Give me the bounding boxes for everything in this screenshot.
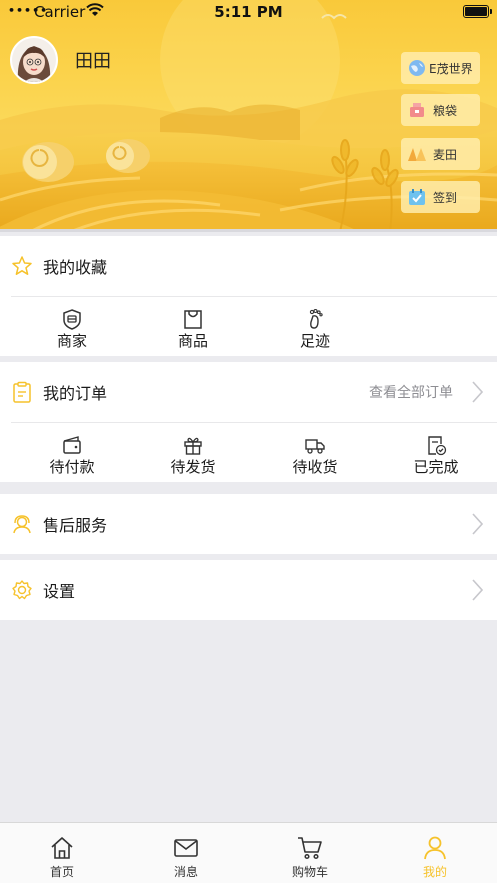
customer-service-icon	[13, 515, 31, 534]
star-icon	[12, 256, 32, 275]
wallet-icon	[63, 436, 81, 454]
quick-action-label: 麦田	[433, 147, 458, 162]
favorites-header[interactable]: 我的收藏	[0, 236, 497, 296]
tab-messages[interactable]: 消息	[146, 835, 226, 880]
quick-action-label: E茂世界	[429, 61, 473, 76]
calendar-check-icon	[407, 187, 427, 207]
favorites-item-footprints[interactable]: 足迹	[275, 308, 355, 351]
item-label: 待发货	[170, 458, 216, 476]
home-icon	[51, 837, 73, 859]
status-time: 5:11 PM	[214, 3, 283, 21]
favorites-card: 我的收藏 商家 商品 足迹	[0, 236, 497, 356]
chevron-right-icon	[472, 579, 483, 601]
tab-label: 首页	[49, 865, 74, 879]
clipboard-icon	[13, 381, 31, 403]
after-sales-header: 售后服务	[0, 494, 497, 554]
cart-icon	[298, 837, 322, 860]
avatar-portrait-icon	[12, 38, 56, 82]
quick-action-label: 签到	[433, 190, 458, 205]
battery-icon	[463, 5, 492, 18]
orders-title: 我的订单	[43, 384, 108, 403]
divider	[11, 296, 497, 297]
truck-icon	[305, 439, 325, 454]
after-sales-row[interactable]: 售后服务	[0, 494, 497, 554]
field-icon	[407, 144, 427, 164]
view-all-orders-link[interactable]: 查看全部订单	[369, 382, 453, 402]
orders-header[interactable]: 我的订单 查看全部订单	[0, 362, 497, 422]
after-sales-title: 售后服务	[43, 516, 108, 535]
tab-me[interactable]: 我的	[395, 835, 475, 880]
gear-icon	[12, 580, 32, 600]
item-label: 待收货	[292, 458, 338, 476]
profile-name[interactable]: 田田	[75, 47, 111, 73]
favorites-title: 我的收藏	[43, 258, 108, 277]
globe-icon	[407, 58, 427, 78]
favorites-item-shops[interactable]: 商家	[32, 308, 112, 351]
bag-icon	[407, 100, 427, 120]
chevron-right-icon	[472, 381, 483, 403]
tab-label: 我的	[422, 865, 447, 879]
settings-row[interactable]: 设置	[0, 560, 497, 620]
item-label: 商品	[177, 332, 208, 350]
orders-item-completed[interactable]: 已完成	[396, 434, 476, 477]
chevron-right-icon	[472, 513, 483, 535]
bottom-tab-bar: 首页 消息 购物车 我的	[0, 822, 497, 883]
orders-item-pending-payment[interactable]: 待付款	[32, 434, 112, 477]
favorites-item-products[interactable]: 商品	[153, 308, 233, 351]
orders-item-pending-receipt[interactable]: 待收货	[275, 434, 355, 477]
orders-card: 我的订单 查看全部订单 待付款 待发货 待收货 已完成	[0, 362, 497, 482]
quick-action-label: 粮袋	[433, 103, 458, 118]
quick-action-check-in[interactable]: 签到	[401, 181, 480, 213]
divider	[11, 422, 497, 423]
item-label: 足迹	[299, 332, 330, 350]
tab-label: 购物车	[291, 865, 328, 879]
item-label: 待付款	[49, 458, 95, 476]
tab-cart[interactable]: 购物车	[270, 835, 350, 880]
done-icon	[428, 436, 447, 456]
item-label: 已完成	[413, 458, 459, 476]
tab-home[interactable]: 首页	[22, 835, 102, 880]
settings-title: 设置	[43, 582, 76, 601]
quick-action-wheat-field[interactable]: 麦田	[401, 138, 480, 170]
footprint-icon	[309, 308, 323, 329]
gift-icon	[184, 437, 202, 455]
quick-action-grain-bag[interactable]: 粮袋	[401, 94, 480, 126]
shop-badge-icon	[63, 309, 81, 330]
quick-action-e-world[interactable]: E茂世界	[401, 52, 480, 84]
tab-label: 消息	[173, 865, 198, 879]
avatar[interactable]	[10, 36, 58, 84]
mail-icon	[174, 839, 198, 857]
user-icon	[424, 836, 446, 860]
status-bar: ••••• Carrier 5:11 PM	[0, 0, 497, 24]
shopping-bag-icon	[184, 310, 202, 329]
profile-header-banner: ••••• Carrier 5:11 PM 田田 E茂世界 粮袋 麦田 签到	[0, 0, 497, 232]
item-label: 商家	[56, 332, 87, 350]
settings-header: 设置	[0, 560, 497, 620]
orders-item-pending-shipment[interactable]: 待发货	[153, 434, 233, 477]
